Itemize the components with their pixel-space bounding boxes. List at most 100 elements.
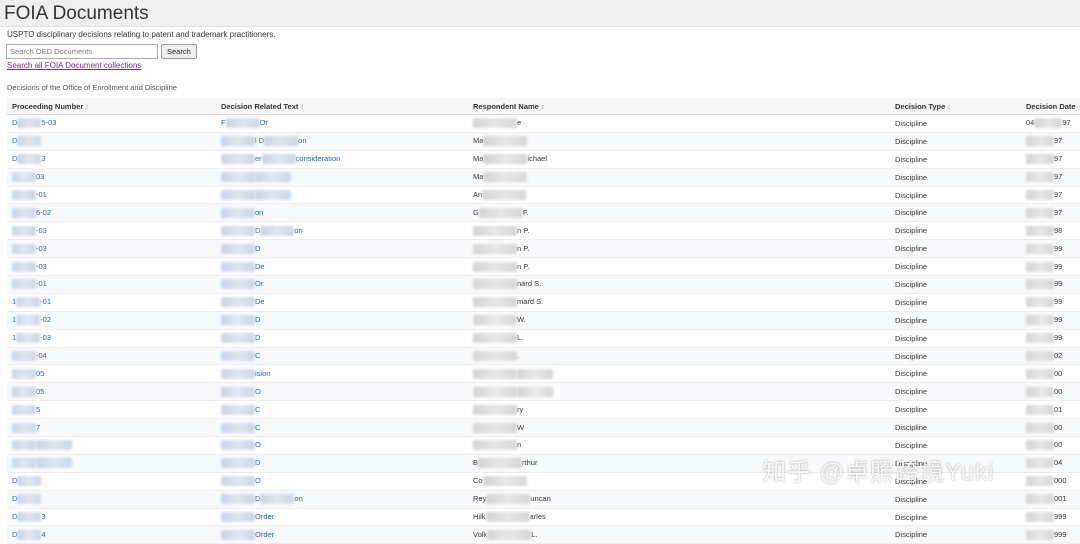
proceeding-number-link[interactable]: D3 <box>7 150 216 169</box>
decision-date-cell: 97 <box>1021 150 1080 169</box>
search-all-collections-link[interactable]: Search all FOIA Document collections <box>7 61 141 70</box>
proceeding-number-link[interactable]: 6-02 <box>7 203 216 223</box>
decision-text-link[interactable]: l D on <box>216 132 468 151</box>
proceeding-number-link[interactable]: 5 <box>7 400 216 420</box>
proceeding-number-link[interactable]: D 5-03 <box>7 114 216 133</box>
redacted-region <box>17 136 42 147</box>
respondent-name-cell: . <box>468 347 890 366</box>
date-text-fragment: 04 <box>1026 118 1035 128</box>
column-header-label: Decision Related Text <box>221 101 299 111</box>
proceeding-number-link[interactable]: D <box>7 132 216 151</box>
proceeding-number-link[interactable]: D3 <box>7 508 216 527</box>
proceeding-number-link[interactable]: D4 <box>7 525 216 544</box>
redacted-region <box>12 458 36 469</box>
decision-text-link[interactable]: F Or <box>216 114 468 133</box>
redacted-region <box>1026 476 1054 487</box>
num-text-fragment: 7 <box>36 422 41 432</box>
proceeding-number-link[interactable]: 03 <box>7 168 216 187</box>
decision-text-link[interactable]: D <box>216 329 468 348</box>
decision-text-link[interactable]: O <box>216 382 468 402</box>
column-header-decision-related-text[interactable]: Decision Related Text ↕ <box>216 98 468 115</box>
name-text-fragment: Hilk <box>473 512 486 522</box>
decision-text-link[interactable]: Don <box>216 490 468 509</box>
proceeding-number-link[interactable]: 1 -01 <box>7 293 216 312</box>
proceeding-number-link[interactable]: D <box>7 490 216 509</box>
proceeding-number-link[interactable]: 7 <box>7 418 216 438</box>
decision-text-link[interactable]: C <box>216 347 468 366</box>
date-text-fragment: 97 <box>1054 154 1063 164</box>
proceeding-number-link[interactable]: -03 <box>7 257 216 277</box>
decision-text-link[interactable]: De <box>216 257 468 277</box>
proceeding-number-link[interactable]: -01 <box>7 275 216 294</box>
decision-text-link[interactable]: D <box>216 454 468 473</box>
num-text-fragment: 03 <box>36 172 45 182</box>
redacted-region <box>473 315 517 326</box>
proceeding-number-link[interactable] <box>7 436 216 455</box>
search-bar: Search <box>6 44 197 59</box>
decision-text-link[interactable]: Order <box>216 525 468 544</box>
decision-text-link[interactable]: Don <box>216 221 468 241</box>
decision-text-link[interactable]: C <box>216 418 468 438</box>
proceeding-number-link[interactable]: 05 <box>7 382 216 402</box>
decision-text-link[interactable]: D <box>216 311 468 330</box>
decision-date-cell: 999 <box>1021 525 1080 544</box>
num-text-fragment: -03 <box>36 261 47 271</box>
proceeding-number-link[interactable]: 1 -03 <box>7 329 216 348</box>
decision-text-link[interactable]: Or <box>216 275 468 294</box>
decision-text-link[interactable]: on <box>216 203 468 223</box>
proceeding-number-link[interactable] <box>7 454 216 473</box>
redacted-region <box>16 297 41 308</box>
sort-icon[interactable]: ↕ <box>85 104 89 111</box>
redacted-region <box>485 512 530 523</box>
column-header-decision-type[interactable]: Decision Type ↕ <box>890 98 1021 115</box>
sort-icon[interactable]: ↕ <box>541 104 545 111</box>
decision-text-link[interactable]: O <box>216 436 468 455</box>
date-text-fragment: 02 <box>1054 351 1063 361</box>
date-text-fragment: 99 <box>1054 315 1063 325</box>
sort-icon[interactable]: ↕ <box>300 104 304 111</box>
text-text-fragment: on <box>298 136 307 146</box>
proceeding-number-link[interactable]: 05 <box>7 364 216 384</box>
num-text-fragment: 05 <box>36 368 45 378</box>
name-text-fragment: F. <box>522 207 529 217</box>
table-row: 1 -02 D W. Discipline 99 <box>7 311 1080 330</box>
redacted-region <box>221 386 255 397</box>
redacted-region <box>486 494 531 505</box>
decision-text-link[interactable]: Order <box>216 508 468 527</box>
decision-text-link[interactable] <box>216 186 468 205</box>
proceeding-number-link[interactable]: -04 <box>7 347 216 366</box>
table-row: 1 -01 De mard S. Discipline 99 <box>7 293 1080 312</box>
search-button[interactable]: Search <box>161 44 197 59</box>
decision-text-link[interactable] <box>216 168 468 187</box>
decision-text-link[interactable]: De <box>216 293 468 312</box>
redacted-region <box>221 154 255 165</box>
proceeding-number-link[interactable]: -03 <box>7 221 216 241</box>
table-row: D 5-03 F Or e Discipline 04 97 <box>7 114 1080 133</box>
decision-date-cell: 00 <box>1021 436 1080 455</box>
table-row: D 4 Order Volk L. Discipline 999 <box>7 525 1080 544</box>
column-header-label: Decision Type <box>895 101 946 111</box>
text-text-fragment: De <box>255 297 265 307</box>
column-header-label: Decision Date <box>1026 101 1076 111</box>
sort-icon[interactable]: ↕ <box>947 104 951 111</box>
proceeding-number-link[interactable]: D <box>7 472 216 491</box>
column-header-decision-date[interactable]: Decision Date <box>1021 98 1080 115</box>
decision-text-link[interactable]: er consideration <box>216 150 468 169</box>
decision-text-link[interactable]: O <box>216 472 468 491</box>
decision-text-link[interactable]: D <box>216 239 468 259</box>
search-input[interactable] <box>6 44 158 59</box>
date-text-fragment: 97 <box>1054 190 1063 199</box>
decision-type-cell: Discipline <box>890 186 1021 205</box>
date-text-fragment: 99 <box>1054 279 1063 289</box>
proceeding-number-link[interactable]: -01 <box>7 186 216 205</box>
proceeding-number-link[interactable]: -03 <box>7 239 216 259</box>
redacted-region <box>1026 422 1054 433</box>
decision-type-cell: Discipline <box>890 418 1021 438</box>
decision-text-link[interactable]: C <box>216 400 468 420</box>
column-header-respondent-name[interactable]: Respondent Name ↕ <box>468 98 890 115</box>
column-header-proceeding-number[interactable]: Proceeding Number ↕ <box>7 98 216 115</box>
proceeding-number-link[interactable]: 1 -02 <box>7 311 216 330</box>
decision-text-link[interactable]: ision <box>216 364 468 384</box>
table-caption: Decisions of the Office of Enrollment an… <box>7 83 177 92</box>
redacted-region <box>483 136 528 147</box>
